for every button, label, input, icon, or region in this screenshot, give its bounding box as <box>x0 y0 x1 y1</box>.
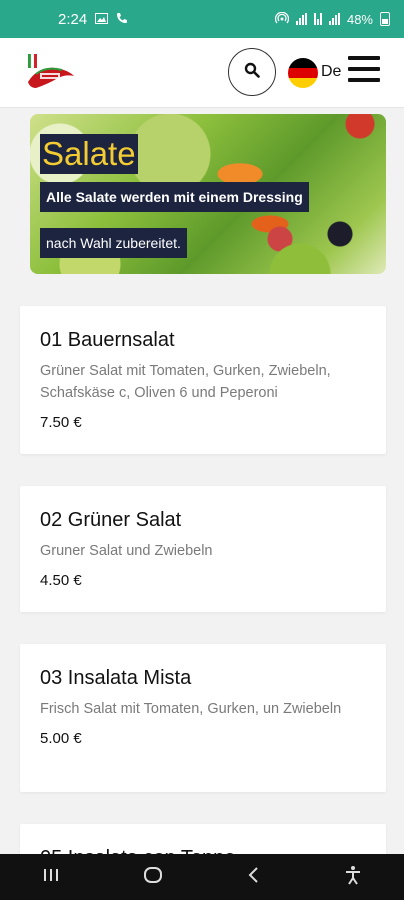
menu-item-title: 03 Insalata Mista <box>40 667 192 689</box>
search-button[interactable] <box>228 48 276 96</box>
menu-item-price: 4.50 € <box>40 572 82 589</box>
home-icon[interactable] <box>143 865 163 890</box>
search-icon <box>244 62 260 83</box>
menu-item-card[interactable]: 02 Grüner Salat Gruner Salat und Zwiebel… <box>20 486 386 612</box>
recent-apps-icon[interactable] <box>42 867 60 888</box>
german-flag-icon[interactable] <box>288 58 318 88</box>
battery-icon <box>380 12 390 26</box>
battery-percent: 48% <box>346 11 373 27</box>
signal-icon <box>295 13 307 25</box>
hamburger-menu-button[interactable] <box>348 56 380 86</box>
category-subtitle-line1: Alle Salate werden mit einem Dressing <box>40 182 309 212</box>
category-hero-banner: Salate Alle Salate werden mit einem Dres… <box>30 114 386 274</box>
status-bar: 2:24 48% <box>0 0 404 38</box>
menu-item-description: Grüner Salat mit Tomaten, Gurken, Zwiebe… <box>40 363 331 401</box>
system-navigation-bar <box>0 854 404 900</box>
hotspot-icon <box>274 11 290 27</box>
menu-item-card[interactable]: 03 Insalata Mista Frisch Salat mit Tomat… <box>20 644 386 792</box>
signal-icon-2 <box>328 13 340 25</box>
restaurant-logo[interactable] <box>22 48 78 94</box>
menu-item-description: Gruner Salat und Zwiebeln <box>40 543 213 559</box>
phone-icon <box>116 11 128 28</box>
accessibility-icon[interactable] <box>344 865 362 890</box>
category-subtitle-line2: nach Wahl zubereitet. <box>40 228 187 258</box>
menu-item-title: 02 Grüner Salat <box>40 509 182 531</box>
language-label[interactable]: De <box>321 63 341 81</box>
menu-item-description: Frisch Salat mit Tomaten, Gurken, un Zwi… <box>40 701 342 717</box>
app-header: De <box>0 38 404 108</box>
menu-item-price: 7.50 € <box>40 414 82 431</box>
status-time: 2:24 <box>58 10 88 28</box>
category-title: Salate <box>40 134 138 174</box>
menu-item-title: 01 Bauernsalat <box>40 329 175 351</box>
back-icon[interactable] <box>247 866 261 889</box>
menu-item-price: 5.00 € <box>40 730 82 747</box>
wifi-calling-icon <box>313 13 322 25</box>
menu-item-card[interactable]: 01 Bauernsalat Grüner Salat mit Tomaten,… <box>20 306 386 454</box>
gallery-icon <box>95 11 109 28</box>
